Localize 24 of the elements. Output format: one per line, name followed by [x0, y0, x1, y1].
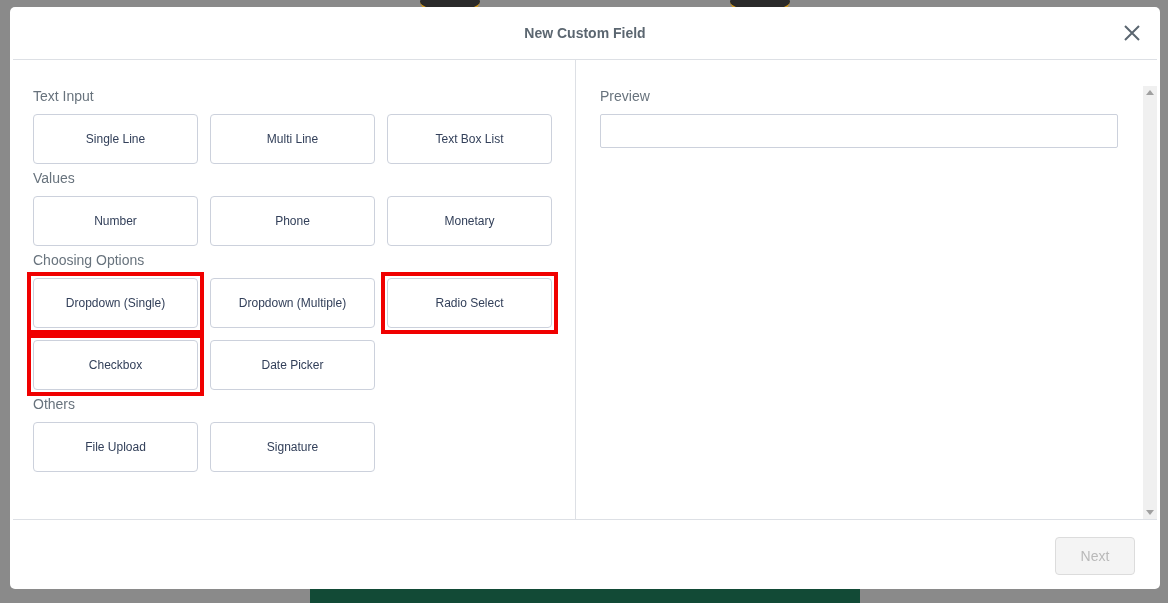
- field-type-button[interactable]: Date Picker: [210, 340, 375, 390]
- field-type-button[interactable]: Signature: [210, 422, 375, 472]
- field-type-button[interactable]: Monetary: [387, 196, 552, 246]
- field-type-button[interactable]: Dropdown (Multiple): [210, 278, 375, 328]
- field-type-button[interactable]: Phone: [210, 196, 375, 246]
- field-type-button[interactable]: Single Line: [33, 114, 198, 164]
- field-type-button[interactable]: Radio Select: [387, 278, 552, 328]
- section-label: Others: [33, 395, 76, 414]
- field-type-button[interactable]: Number: [33, 196, 198, 246]
- preview-field[interactable]: [600, 114, 1118, 148]
- scroll-down-icon[interactable]: [1146, 510, 1154, 515]
- field-type-button[interactable]: Text Box List: [387, 114, 552, 164]
- dialog-title: New Custom Field: [524, 25, 646, 41]
- scroll-up-icon[interactable]: [1146, 90, 1154, 95]
- section-label: Choosing Options: [33, 251, 146, 270]
- section-label: Text Input: [33, 87, 95, 106]
- field-type-button[interactable]: Dropdown (Single): [33, 278, 198, 328]
- field-type-button[interactable]: Multi Line: [210, 114, 375, 164]
- field-type-button[interactable]: File Upload: [33, 422, 198, 472]
- scrollbar[interactable]: [1143, 86, 1157, 519]
- field-type-button[interactable]: Checkbox: [33, 340, 198, 390]
- section-label: Values: [33, 169, 76, 188]
- close-icon[interactable]: [1123, 24, 1141, 42]
- preview-label: Preview: [600, 87, 651, 106]
